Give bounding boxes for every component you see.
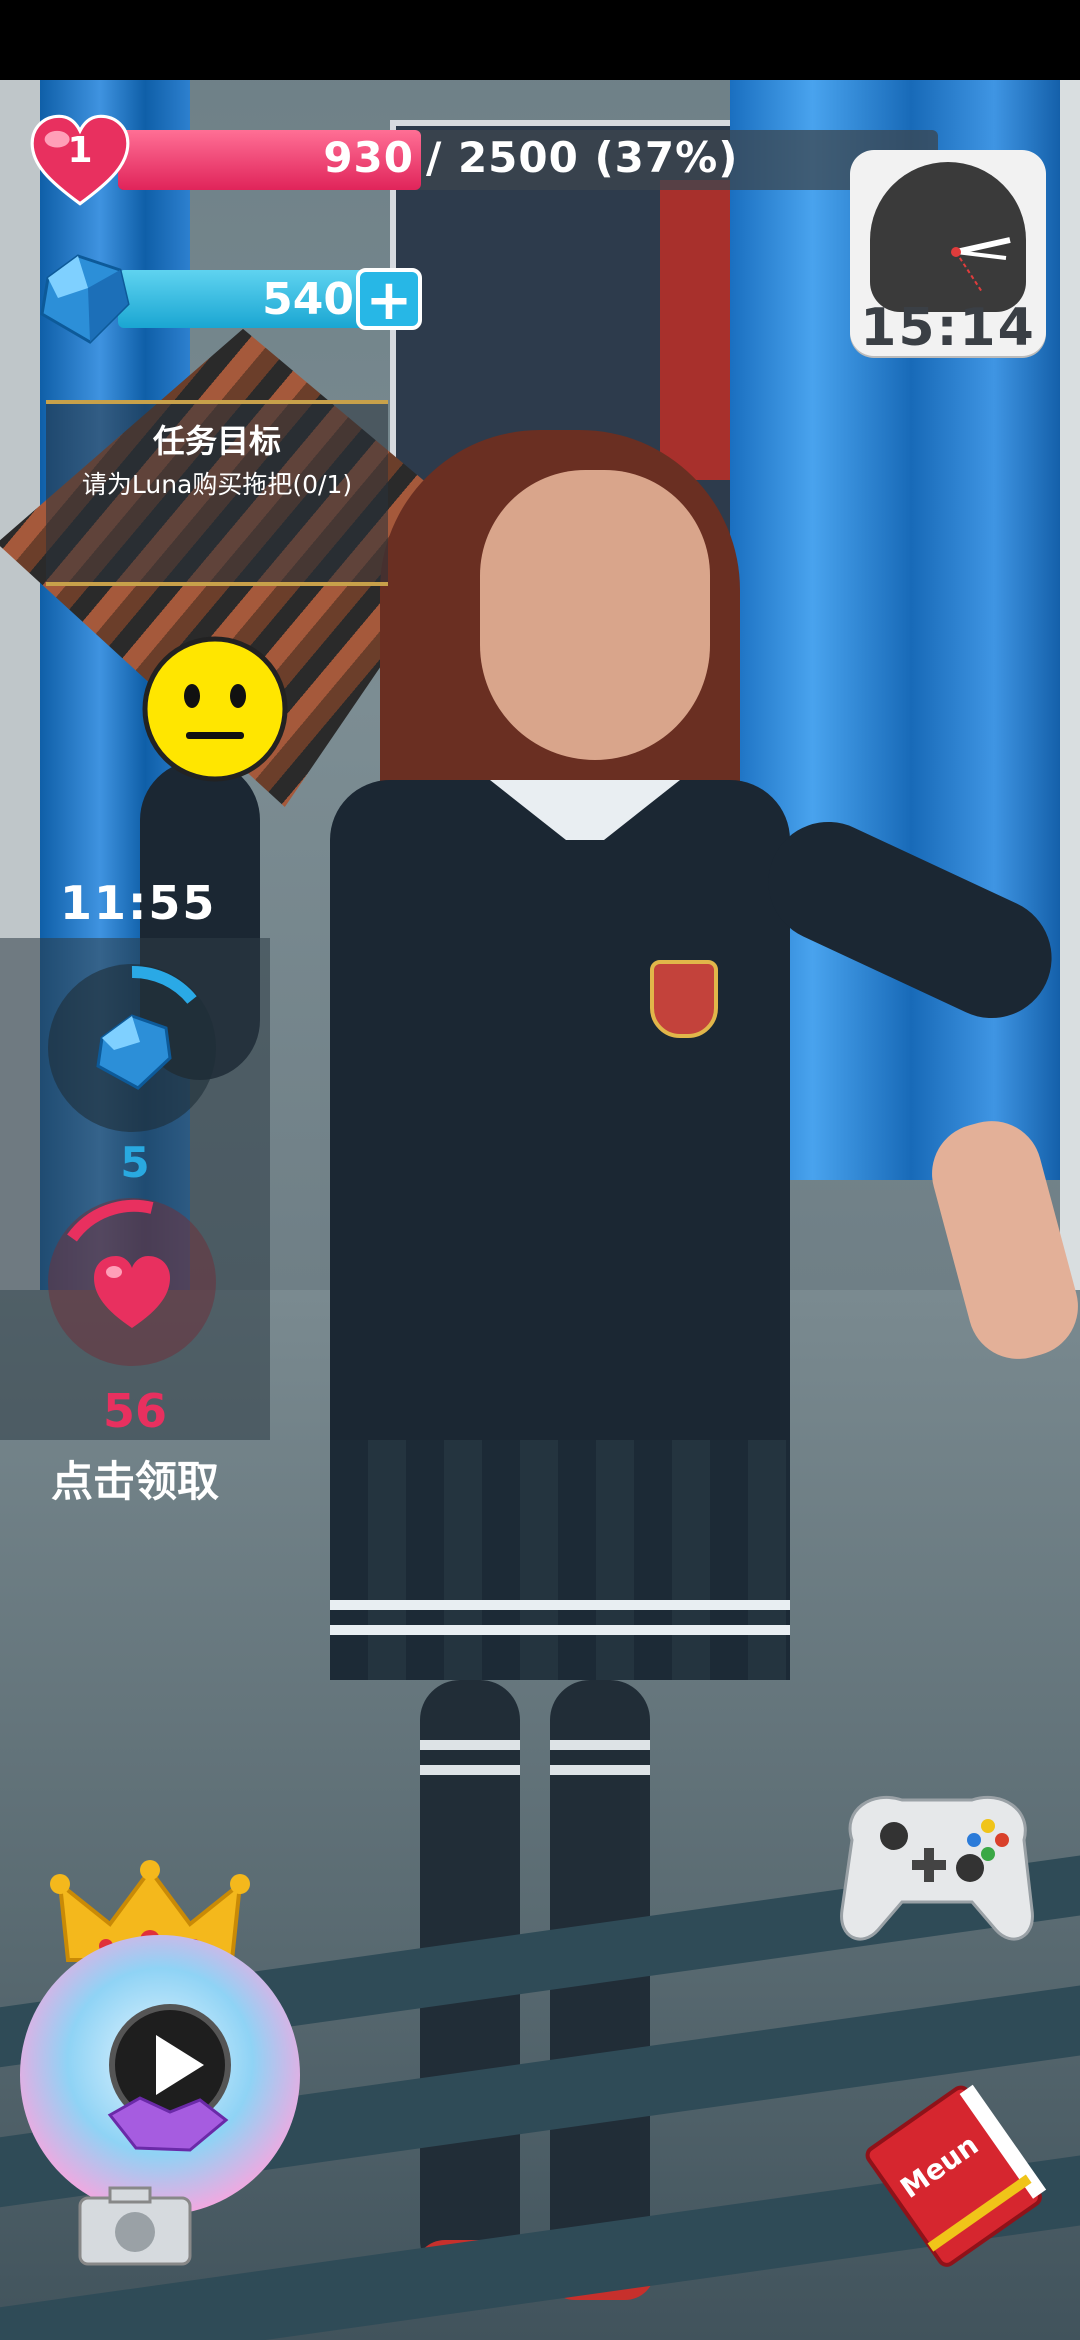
status-bar bbox=[0, 0, 1080, 80]
clock-time: 15:14 bbox=[860, 298, 1036, 358]
reward-timer: 11:55 bbox=[60, 876, 217, 930]
school-crest-icon bbox=[650, 960, 718, 1038]
sock-stripe bbox=[550, 1740, 650, 1750]
xp-current-value: 930 bbox=[323, 133, 414, 182]
player-level: 1 bbox=[67, 130, 93, 171]
skirt-stripe bbox=[330, 1625, 790, 1635]
heart-reward-icon[interactable] bbox=[42, 1192, 222, 1372]
clock-face bbox=[870, 162, 1026, 312]
sock-stripe bbox=[420, 1765, 520, 1775]
task-title: 任务目标 bbox=[152, 422, 281, 460]
door-frame-right bbox=[1060, 80, 1080, 1360]
sock-stripe bbox=[420, 1740, 520, 1750]
gem-reward-icon[interactable] bbox=[42, 958, 222, 1138]
gem-reward-amount: 5 bbox=[120, 1138, 150, 1187]
task-objective-panel[interactable]: 任务目标 请为Luna购买拖把(0/1) bbox=[46, 400, 388, 586]
gem-count: 540 bbox=[262, 274, 354, 325]
character-skirt bbox=[330, 1440, 790, 1680]
xp-total-text: / 2500 (37%) bbox=[426, 133, 739, 182]
clock-hands-icon bbox=[951, 237, 1011, 293]
neutral-face-icon[interactable] bbox=[140, 634, 290, 784]
heart-reward-amount: 56 bbox=[102, 1384, 167, 1438]
game-clock: 15:14 bbox=[850, 150, 1046, 358]
claim-reward-button[interactable]: 点击领取 bbox=[20, 1448, 250, 1509]
add-gems-button[interactable]: + bbox=[356, 268, 422, 330]
skirt-stripe bbox=[330, 1600, 790, 1610]
sock-stripe bbox=[550, 1765, 650, 1775]
camera-icon[interactable] bbox=[70, 2180, 200, 2270]
vip-crown-play-icon[interactable] bbox=[20, 1850, 320, 2220]
task-description: 请为Luna购买拖把(0/1) bbox=[81, 470, 353, 499]
character-sweater bbox=[330, 780, 790, 1480]
character-face bbox=[480, 470, 710, 760]
gamepad-icon[interactable] bbox=[832, 1770, 1042, 1960]
